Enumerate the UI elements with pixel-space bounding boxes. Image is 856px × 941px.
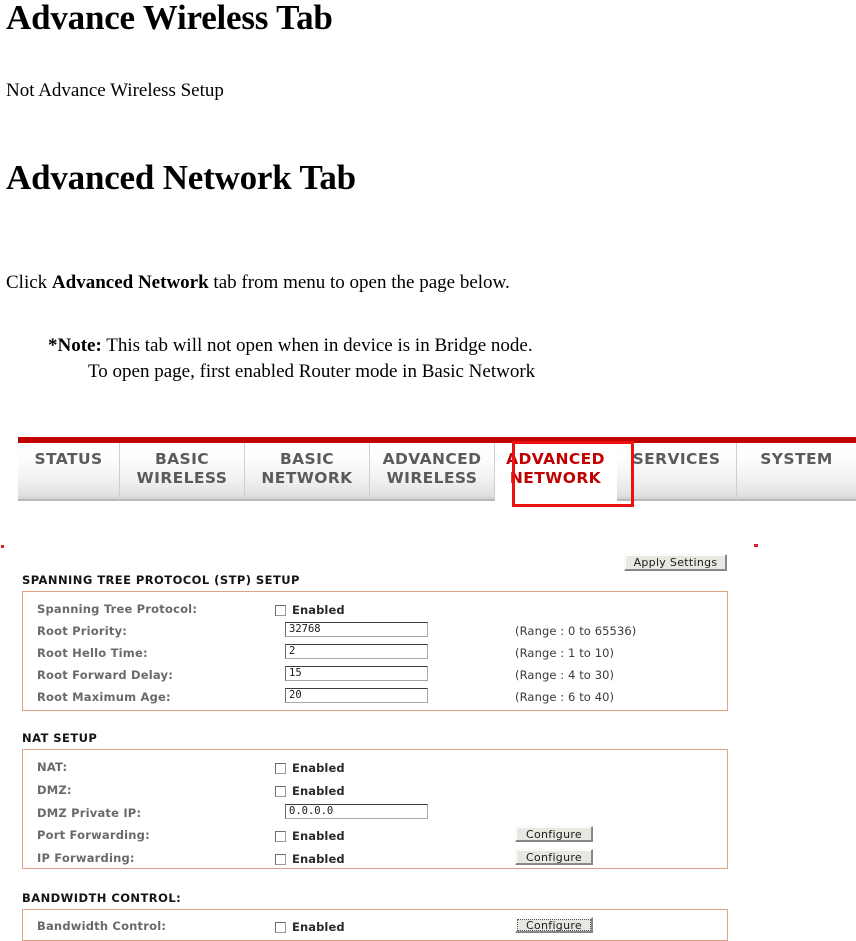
- label-root-hello-time: Root Hello Time:: [37, 646, 148, 660]
- tab-system-label: SYSTEM: [760, 450, 833, 468]
- label-root-priority: Root Priority:: [37, 624, 128, 638]
- row-root-hello-time: Root Hello Time: 2 (Range : 1 to 10): [23, 644, 727, 668]
- stp-setup-panel: Spanning Tree Protocol: Enabled Root Pri…: [22, 591, 728, 711]
- row-root-maximum-age: Root Maximum Age: 20 (Range : 6 to 40): [23, 688, 727, 712]
- row-dmz-private-ip: DMZ Private IP: 0.0.0.0: [23, 804, 727, 828]
- configure-port-forwarding-button[interactable]: Configure: [515, 826, 593, 842]
- instruction-emphasis: Advanced Network: [51, 272, 209, 294]
- checkbox-label: Enabled: [292, 784, 345, 798]
- tab-services-label: SERVICES: [632, 450, 721, 468]
- checkbox-spanning-tree-protocol[interactable]: Enabled: [275, 603, 345, 617]
- tab-system[interactable]: SYSTEM: [737, 443, 856, 501]
- note-line-1: *Note: This tab will not open when in de…: [48, 333, 852, 359]
- row-root-priority: Root Priority: 32768 (Range : 0 to 65536…: [23, 622, 727, 646]
- tab-advanced-network[interactable]: ADVANCED NETWORK: [495, 443, 617, 501]
- checkbox-box-icon: [275, 830, 286, 842]
- tab-basic-wireless[interactable]: BASIC WIRELESS: [120, 443, 245, 501]
- checkbox-dmz[interactable]: Enabled: [275, 784, 345, 798]
- row-nat: NAT: Enabled: [23, 760, 727, 782]
- row-root-forward-delay: Root Forward Delay: 15 (Range : 4 to 30): [23, 666, 727, 690]
- label-root-maximum-age: Root Maximum Age:: [37, 690, 171, 704]
- note-lead-label: *Note:: [48, 335, 102, 356]
- tab-status-label: STATUS: [34, 450, 103, 468]
- input-dmz-private-ip[interactable]: 0.0.0.0: [285, 804, 428, 819]
- checkbox-box-icon: [275, 853, 286, 865]
- hint-root-maximum-age: (Range : 6 to 40): [515, 690, 615, 704]
- label-bandwidth-control: Bandwidth Control:: [37, 919, 167, 933]
- hint-root-priority: (Range : 0 to 65536): [515, 624, 637, 638]
- tab-status[interactable]: STATUS: [18, 443, 120, 501]
- note-line-1-text: This tab will not open when in device is…: [101, 335, 533, 356]
- tab-advanced-network-label: ADVANCED NETWORK: [506, 450, 605, 488]
- checkbox-nat[interactable]: Enabled: [275, 761, 345, 775]
- main-navigation-tabs: STATUS BASIC WIRELESS BASIC NETWORK ADVA…: [18, 443, 856, 501]
- note-block: *Note: This tab will not open when in de…: [4, 333, 852, 385]
- page-title-advanced-network-tab: Advanced Network Tab: [6, 157, 356, 197]
- label-dmz-private-ip: DMZ Private IP:: [37, 806, 142, 820]
- checkbox-bandwidth-control[interactable]: Enabled: [275, 920, 345, 934]
- configure-ip-forwarding-button[interactable]: Configure: [515, 849, 593, 865]
- label-nat: NAT:: [37, 760, 68, 774]
- hint-root-hello-time: (Range : 1 to 10): [515, 646, 615, 660]
- label-spanning-tree-protocol: Spanning Tree Protocol:: [37, 602, 198, 616]
- hint-root-forward-delay: (Range : 4 to 30): [515, 668, 615, 682]
- capture-artifact-right: [754, 544, 758, 547]
- checkbox-label: Enabled: [292, 920, 345, 934]
- apply-settings-button[interactable]: Apply Settings: [624, 554, 727, 571]
- configure-bandwidth-control-button[interactable]: Configure: [515, 917, 593, 933]
- paragraph-not-advance-wireless-setup: Not Advance Wireless Setup: [6, 79, 224, 101]
- input-root-maximum-age[interactable]: 20: [285, 688, 428, 703]
- label-dmz: DMZ:: [37, 783, 72, 797]
- input-root-forward-delay[interactable]: 15: [285, 666, 428, 681]
- note-line-2: To open page, first enabled Router mode …: [88, 361, 536, 383]
- tab-basic-network[interactable]: BASIC NETWORK: [245, 443, 370, 501]
- checkbox-label: Enabled: [292, 829, 345, 843]
- row-ip-forwarding: IP Forwarding: Enabled Configure: [23, 849, 727, 873]
- input-root-priority[interactable]: 32768: [285, 622, 428, 637]
- document-body: Advance Wireless Tab Not Advance Wireles…: [0, 0, 856, 385]
- checkbox-label: Enabled: [292, 761, 345, 775]
- tab-advanced-wireless[interactable]: ADVANCED WIRELESS: [370, 443, 495, 501]
- instruction-suffix: tab from menu to open the page below.: [208, 272, 510, 294]
- row-dmz: DMZ: Enabled: [23, 783, 727, 805]
- tab-basic-network-label: BASIC NETWORK: [261, 450, 353, 488]
- tab-services[interactable]: SERVICES: [617, 443, 737, 501]
- row-bandwidth-control: Bandwidth Control: Enabled Configure: [23, 917, 727, 941]
- input-root-hello-time[interactable]: 2: [285, 644, 428, 659]
- checkbox-box-icon: [275, 604, 286, 616]
- row-port-forwarding: Port Forwarding: Enabled Configure: [23, 826, 727, 850]
- checkbox-label: Enabled: [292, 603, 345, 617]
- checkbox-box-icon: [275, 762, 286, 774]
- row-spanning-tree-protocol: Spanning Tree Protocol: Enabled: [23, 602, 727, 624]
- nat-setup-panel: NAT: Enabled DMZ: Enabled DMZ Private IP…: [22, 749, 728, 869]
- instruction-line: Click Advanced Network tab from menu to …: [4, 271, 852, 295]
- page-title-advance-wireless-tab: Advance Wireless Tab: [6, 0, 333, 37]
- checkbox-label: Enabled: [292, 852, 345, 866]
- capture-artifact-left: [1, 545, 4, 548]
- checkbox-box-icon: [275, 785, 286, 797]
- instruction-prefix: Click: [6, 272, 52, 294]
- checkbox-box-icon: [275, 921, 286, 933]
- label-ip-forwarding: IP Forwarding:: [37, 851, 135, 865]
- section-title-nat: NAT SETUP: [22, 731, 98, 745]
- section-title-stp: SPANNING TREE PROTOCOL (STP) SETUP: [22, 573, 300, 587]
- checkbox-ip-forwarding[interactable]: Enabled: [275, 852, 345, 866]
- section-title-bandwidth-control: BANDWIDTH CONTROL:: [22, 891, 182, 905]
- label-root-forward-delay: Root Forward Delay:: [37, 668, 173, 682]
- label-port-forwarding: Port Forwarding:: [37, 828, 150, 842]
- tab-basic-wireless-label: BASIC WIRELESS: [136, 450, 228, 488]
- checkbox-port-forwarding[interactable]: Enabled: [275, 829, 345, 843]
- tab-advanced-wireless-label: ADVANCED WIRELESS: [382, 450, 482, 488]
- bandwidth-control-panel: Bandwidth Control: Enabled Configure: [22, 909, 728, 941]
